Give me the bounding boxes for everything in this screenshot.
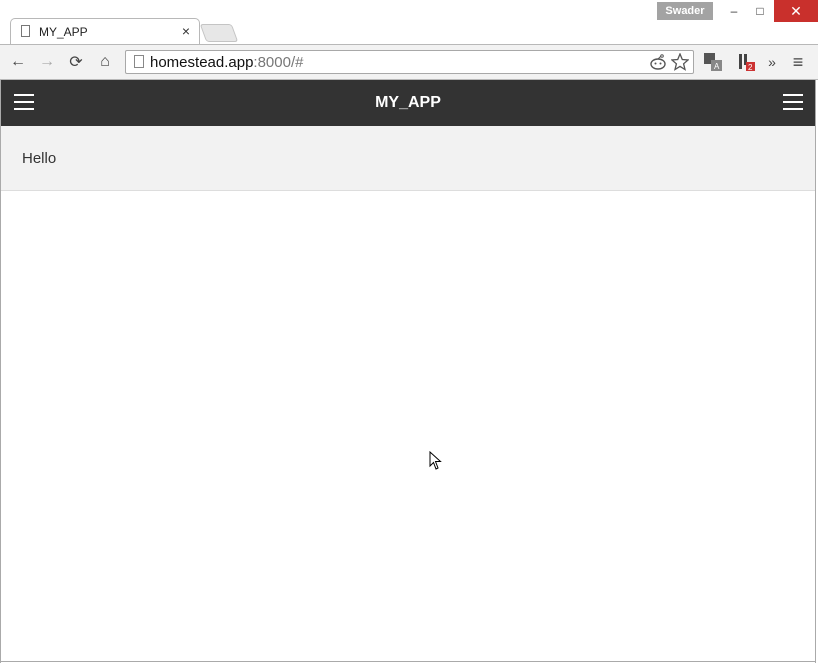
mouse-cursor-icon [429,450,443,476]
window-border-right [815,80,816,663]
browser-titlebar: Swader – □ ✕ MY_APP × [0,0,818,45]
translate-icon[interactable]: A [703,52,723,72]
bookmark-star-icon[interactable] [670,52,690,76]
tab-close-icon[interactable]: × [182,23,190,39]
svg-text:A: A [714,62,720,71]
browser-tab[interactable]: MY_APP × [10,18,200,45]
home-icon[interactable]: ⌂ [95,52,115,72]
window-border-left [0,80,1,663]
browser-toolbar: ← → ⟳ ⌂ homestead.app:8000/# A 2 » ≡ [0,44,818,80]
forward-icon[interactable]: → [37,52,57,72]
content-panel: Hello [1,126,815,191]
url-text: homestead.app:8000/# [150,54,304,71]
reddit-icon[interactable] [649,53,667,76]
tab-title: MY_APP [39,25,88,39]
profile-badge[interactable]: Swader [657,2,713,20]
svg-text:2: 2 [748,63,753,72]
maximize-button[interactable]: □ [747,0,773,22]
browser-menu-icon[interactable]: ≡ [788,52,808,72]
new-tab-button[interactable] [199,24,239,42]
close-window-button[interactable]: ✕ [774,0,818,22]
app-navbar: MY_APP [1,80,815,126]
page-icon [134,55,144,68]
window-border-bottom [0,661,816,662]
address-bar[interactable]: homestead.app:8000/# [125,50,694,74]
reload-icon[interactable]: ⟳ [66,52,86,72]
back-icon[interactable]: ← [8,52,28,72]
overflow-icon[interactable]: » [762,52,782,72]
extension-icon[interactable]: 2 [737,52,757,72]
greeting-text: Hello [22,150,57,167]
minimize-button[interactable]: – [722,0,746,22]
page-icon [21,25,30,37]
app-title: MY_APP [375,94,441,111]
right-menu-icon[interactable] [783,94,803,110]
